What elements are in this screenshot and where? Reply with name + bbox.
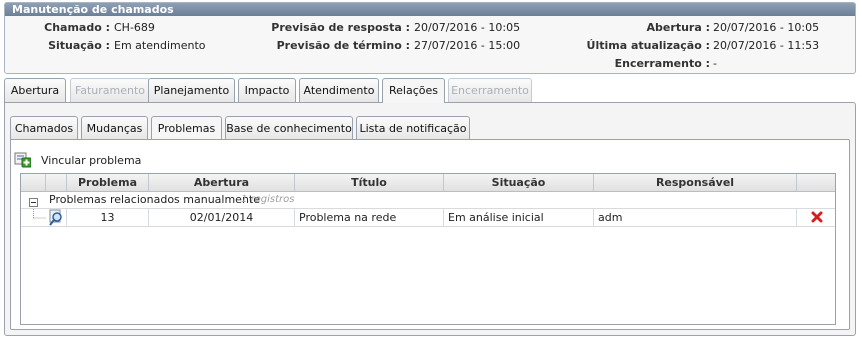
tab-abertura[interactable]: Abertura [4,78,66,102]
subtab-chamados[interactable]: Chamados [10,116,78,139]
problemas-grid: Problema Abertura Título Situação Respon… [20,173,836,325]
delete-button[interactable] [797,209,835,226]
previsao-resposta-value: 20/07/2016 - 10:05 [414,21,521,34]
tab-encerramento: Encerramento [448,78,532,102]
situacao-value: Em atendimento [114,39,206,52]
encerramento-value: - [713,57,717,70]
subtab-mudancas[interactable]: Mudanças [81,116,148,139]
situacao-label: Situação : [48,39,110,52]
encerramento-label: Encerramento : [614,57,710,70]
grid-header: Problema Abertura Título Situação Respon… [21,174,835,192]
header-situacao[interactable]: Situação [444,174,594,191]
header-problema[interactable]: Problema [67,174,149,191]
add-link-icon [14,151,32,168]
tree-connector [21,209,46,226]
view-icon[interactable] [46,209,67,226]
cell-situacao: Em análise inicial [444,209,594,226]
table-row[interactable]: 13 02/01/2014 Problema na rede Em anális… [21,208,835,227]
tab-planejamento[interactable]: Planejamento [148,78,235,102]
subtab-problemas[interactable]: Problemas [151,116,222,139]
cell-responsavel: adm [594,209,797,226]
abertura-label: Abertura : [646,21,710,34]
previsao-termino-value: 27/07/2016 - 15:00 [414,39,521,52]
cell-abertura: 02/01/2014 [149,209,295,226]
group-row: Problemas relacionados manualmente 1 reg… [21,192,835,208]
cell-problema: 13 [67,209,149,226]
ticket-info-panel: Manutenção de chamados [4,2,856,74]
panel-title: Manutenção de chamados [5,3,855,16]
subtab-lista-notificacao[interactable]: Lista de notificação [356,116,470,139]
group-label: Problemas relacionados manualmente [49,193,261,206]
tab-relacoes[interactable]: Relações [382,78,445,103]
abertura-value: 20/07/2016 - 10:05 [713,21,820,34]
ultima-atualizacao-label: Última atualização : [586,39,710,52]
header-icon [46,174,67,191]
group-count: 1 registros [241,194,295,205]
header-responsavel[interactable]: Responsável [594,174,797,191]
header-titulo[interactable]: Título [295,174,444,191]
header-actions [797,174,835,191]
cell-titulo: Problema na rede [295,209,444,226]
previsao-termino-label: Previsão de término : [276,39,410,52]
tab-atendimento[interactable]: Atendimento [299,78,379,102]
delete-icon [811,211,823,223]
tab-impacto[interactable]: Impacto [238,78,296,102]
tab-faturamento: Faturamento [70,78,150,102]
chamado-label: Chamado : [44,21,110,34]
collapse-icon[interactable] [29,196,38,207]
ultima-atualizacao-value: 20/07/2016 - 11:53 [713,39,820,52]
subtab-base-conhecimento[interactable]: Base de conhecimento [225,116,353,139]
header-expand [21,174,46,191]
chamado-value: CH-689 [114,21,155,34]
previsao-resposta-label: Previsão de resposta : [271,21,410,34]
vincular-problema-label: Vincular problema [41,154,142,167]
header-abertura[interactable]: Abertura [149,174,295,191]
